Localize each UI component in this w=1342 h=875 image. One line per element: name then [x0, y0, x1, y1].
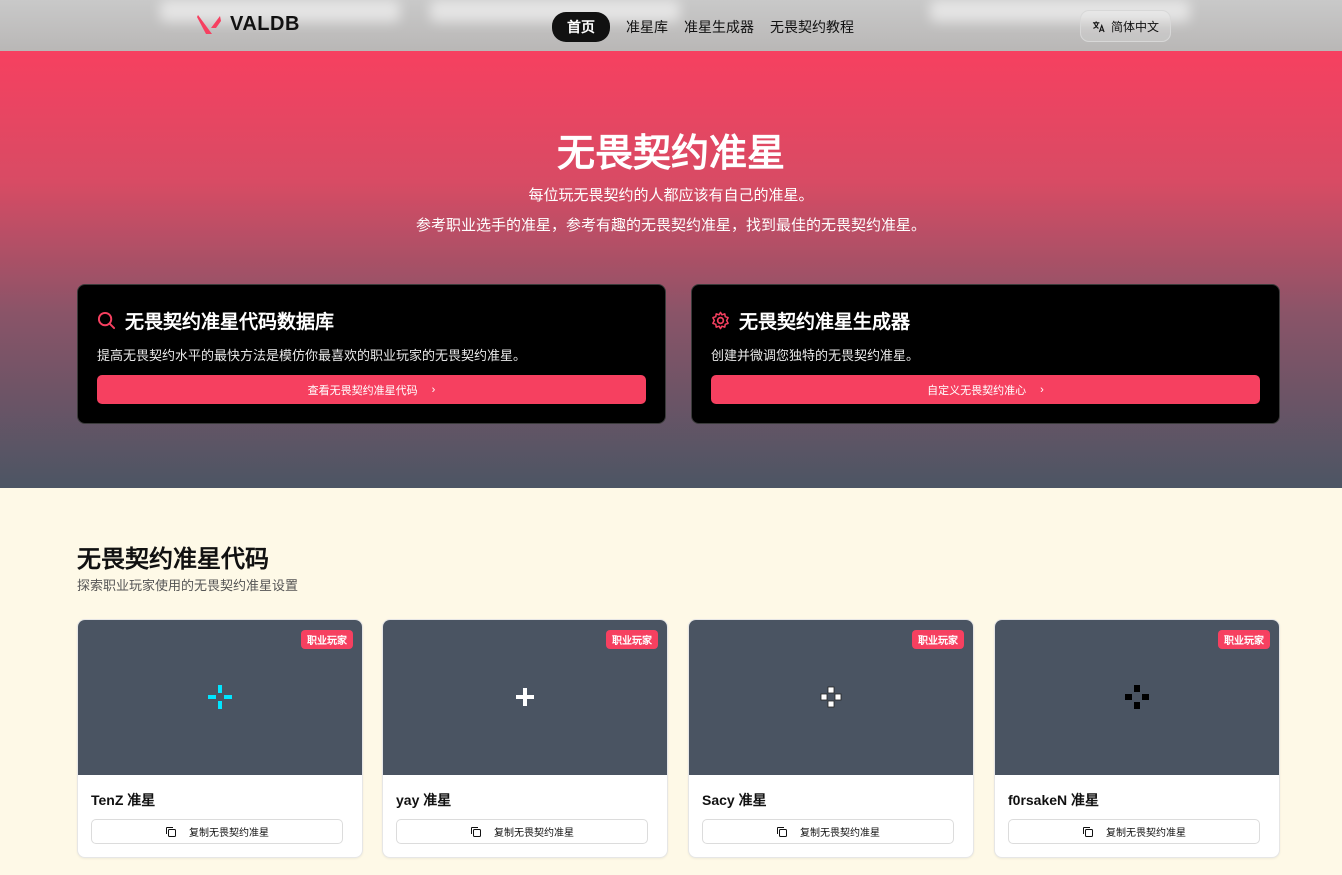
nav-tutorials[interactable]: 无畏契约教程: [770, 17, 854, 37]
crosshair-icon: [208, 685, 232, 709]
crosshair-preview: 职业玩家: [383, 620, 667, 775]
feature-card-database: 无畏契约准星代码数据库 提高无畏契约水平的最快方法是模仿你最喜欢的职业玩家的无畏…: [77, 284, 666, 424]
gear-icon: [712, 311, 729, 330]
feature-desc-database: 提高无畏契约水平的最快方法是模仿你最喜欢的职业玩家的无畏契约准星。: [97, 348, 527, 363]
copy-crosshair-label: 复制无畏契约准星: [494, 828, 574, 839]
copy-crosshair-button[interactable]: 复制无畏契约准星: [396, 819, 648, 844]
crosshair-card[interactable]: 职业玩家 Sacy 准星 复制无畏契约准星: [688, 619, 974, 858]
section-subtitle: 探索职业玩家使用的无畏契约准星设置: [77, 578, 299, 593]
crosshair-icon: [1125, 685, 1149, 709]
brand-logo[interactable]: VALDB: [196, 13, 300, 36]
hero-title: 无畏契约准星: [556, 133, 785, 175]
pro-player-badge: 职业玩家: [1218, 630, 1270, 649]
nav-home[interactable]: 首页: [552, 12, 610, 42]
feature-title-generator: 无畏契约准星生成器: [739, 312, 911, 333]
feature-title-database: 无畏契约准星代码数据库: [125, 312, 335, 333]
pro-player-badge: 职业玩家: [606, 630, 658, 649]
language-switcher[interactable]: 简体中文: [1080, 10, 1171, 42]
copy-icon: [471, 826, 481, 837]
copy-icon: [777, 826, 787, 837]
brand-name: VALDB: [230, 13, 300, 35]
crosshair-card[interactable]: 职业玩家 yay 准星 复制无畏契约准星: [382, 619, 668, 858]
crosshair-card[interactable]: 职业玩家 f0rsakeN 准星 复制无畏契约准星: [994, 619, 1280, 858]
hero-subtitle-line1: 每位玩无畏契约的人都应该有自己的准星。: [528, 187, 814, 204]
customize-crosshair-label: 自定义无畏契约准心: [927, 384, 1027, 397]
copy-crosshair-label: 复制无畏契约准星: [1106, 828, 1186, 839]
main-nav: 首页 准星库 准星生成器 无畏契约教程: [552, 12, 854, 42]
crosshair-preview: 职业玩家: [995, 620, 1279, 775]
language-label: 简体中文: [1110, 19, 1159, 34]
nav-crosshair-generator[interactable]: 准星生成器: [684, 17, 754, 37]
valorant-logo-icon: [197, 14, 221, 34]
crosshair-name: f0rsakeN 准星: [1008, 792, 1100, 808]
crosshair-icon: [516, 688, 534, 706]
hero-subtitle-line2: 参考职业选手的准星，参考有趣的无畏契约准星，找到最佳的无畏契约准星。: [415, 217, 926, 234]
view-crosshair-codes-label: 查看无畏契约准星代码: [307, 384, 418, 397]
copy-crosshair-button[interactable]: 复制无畏契约准星: [702, 819, 954, 844]
crosshair-card[interactable]: 职业玩家 TenZ 准星 复制无畏契约准星: [77, 619, 363, 858]
chevron-right-icon: ›: [431, 383, 436, 396]
crosshair-preview: 职业玩家: [689, 620, 973, 775]
crosshair-name: Sacy 准星: [702, 792, 767, 808]
translate-icon: [1092, 20, 1105, 32]
pro-player-badge: 职业玩家: [912, 630, 964, 649]
feature-desc-generator: 创建并微调您独特的无畏契约准星。: [711, 348, 920, 363]
copy-icon: [166, 826, 176, 837]
hero-section: 无畏契约准星 每位玩无畏契约的人都应该有自己的准星。 参考职业选手的准星，参考有…: [0, 51, 1342, 488]
copy-crosshair-button[interactable]: 复制无畏契约准星: [1008, 819, 1260, 844]
search-icon: [97, 311, 116, 330]
copy-crosshair-button[interactable]: 复制无畏契约准星: [91, 819, 343, 844]
customize-crosshair-button[interactable]: 自定义无畏契约准心 ›: [711, 375, 1260, 404]
crosshair-name: yay 准星: [396, 792, 452, 808]
copy-icon: [1083, 826, 1093, 837]
section-title: 无畏契约准星代码: [77, 546, 269, 573]
view-crosshair-codes-button[interactable]: 查看无畏契约准星代码 ›: [97, 375, 646, 404]
copy-crosshair-label: 复制无畏契约准星: [800, 828, 880, 839]
feature-card-generator: 无畏契约准星生成器 创建并微调您独特的无畏契约准星。 自定义无畏契约准心 ›: [691, 284, 1280, 424]
copy-crosshair-label: 复制无畏契约准星: [189, 828, 269, 839]
crosshair-name: TenZ 准星: [91, 792, 156, 808]
pro-player-badge: 职业玩家: [301, 630, 353, 649]
crosshair-icon: [820, 686, 842, 708]
chevron-right-icon: ›: [1040, 383, 1044, 396]
top-navbar: VALDB 首页 准星库 准星生成器 无畏契约教程 简体中文: [0, 0, 1342, 51]
nav-crosshair-library[interactable]: 准星库: [626, 17, 668, 37]
crosshair-preview: 职业玩家: [78, 620, 362, 775]
